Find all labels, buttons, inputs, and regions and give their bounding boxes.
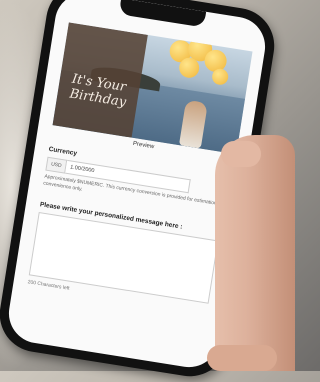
card-title-panel: It's Your Birthday [52,22,148,138]
card-side-text [71,30,85,71]
finger [207,345,277,371]
thumb [221,141,261,167]
right-hand [207,135,295,371]
phone-notch [118,0,207,28]
card-title: It's Your Birthday [68,71,128,111]
card-balloons [161,32,240,93]
currency-code-select[interactable]: USD [45,156,68,174]
balloon-shape [211,67,230,86]
